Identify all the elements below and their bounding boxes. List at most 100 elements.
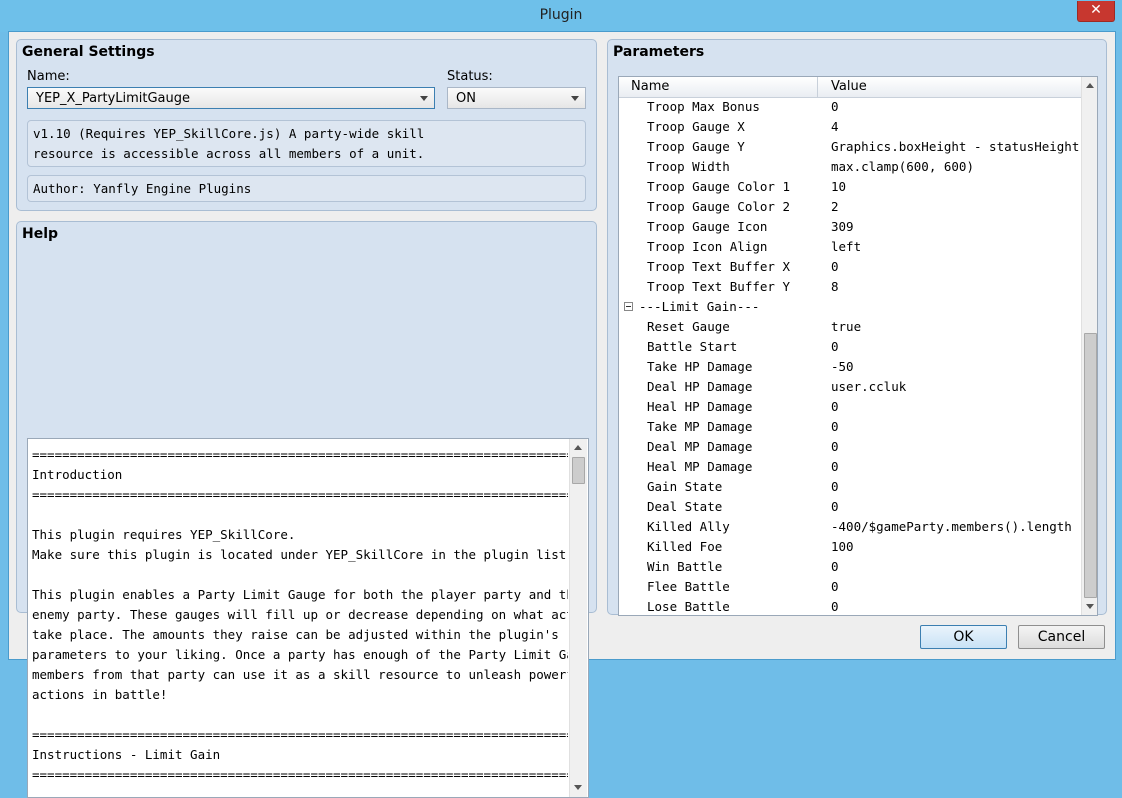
parameter-value[interactable]: 0 — [831, 257, 1081, 277]
plugin-name-select[interactable]: YEP_X_PartyLimitGauge — [27, 87, 435, 109]
table-row[interactable]: Deal MP Damage 0 — [619, 437, 1081, 457]
table-row[interactable]: Win Battle 0 — [619, 557, 1081, 577]
parameters-title: Parameters — [613, 44, 705, 60]
parameter-name: Troop Gauge X — [647, 119, 745, 134]
help-title: Help — [22, 226, 59, 242]
help-line: ========================================… — [32, 487, 568, 502]
table-row[interactable]: Troop Gauge Icon 309 — [619, 217, 1081, 237]
help-scrollbar[interactable] — [569, 439, 587, 797]
table-row[interactable]: Troop Gauge Color 1 10 — [619, 177, 1081, 197]
table-row[interactable]: Deal HP Damage user.ccluk — [619, 377, 1081, 397]
help-line: Introduction — [32, 467, 123, 482]
scroll-down-icon[interactable] — [1082, 598, 1097, 615]
help-line: ========================================… — [32, 447, 568, 462]
parameter-name: Battle Start — [647, 339, 738, 354]
parameter-name: Troop Gauge Color 2 — [647, 199, 790, 214]
table-row[interactable]: Troop Gauge Y Graphics.boxHeight - status… — [619, 137, 1081, 157]
table-row[interactable]: Lose Battle 0 — [619, 597, 1081, 615]
plugin-description: v1.10 (Requires YEP_SkillCore.js) A part… — [27, 120, 586, 167]
parameter-value[interactable]: 0 — [831, 557, 1081, 577]
column-header-value[interactable]: Value — [831, 79, 867, 94]
table-row[interactable]: Battle Start 0 — [619, 337, 1081, 357]
help-line: enemy party. These gauges will fill up o… — [32, 607, 568, 622]
parameter-value[interactable]: true — [831, 317, 1081, 337]
table-row[interactable]: Take MP Damage 0 — [619, 417, 1081, 437]
help-text-area[interactable]: ========================================… — [27, 438, 589, 798]
table-row[interactable]: Troop Width max.clamp(600, 600) — [619, 157, 1081, 177]
parameter-value[interactable]: 0 — [831, 97, 1081, 117]
parameters-scroll-thumb[interactable] — [1084, 333, 1097, 598]
table-row[interactable]: Gain State 0 — [619, 477, 1081, 497]
table-row[interactable]: Heal MP Damage 0 — [619, 457, 1081, 477]
table-row[interactable]: Troop Gauge Color 2 2 — [619, 197, 1081, 217]
parameter-name: Reset Gauge — [647, 319, 730, 334]
parameter-value[interactable]: 0 — [831, 477, 1081, 497]
help-line: Instructions - Limit Gain — [32, 747, 221, 762]
parameter-value[interactable]: 8 — [831, 277, 1081, 297]
parameter-value[interactable]: 0 — [831, 577, 1081, 597]
parameter-name: Heal HP Damage — [647, 399, 753, 414]
window-title: Plugin — [539, 7, 583, 23]
column-divider[interactable] — [817, 77, 818, 97]
parameter-value[interactable]: 0 — [831, 417, 1081, 437]
table-row[interactable]: Killed Foe 100 — [619, 537, 1081, 557]
cancel-button[interactable]: Cancel — [1018, 625, 1105, 649]
parameter-value[interactable]: 100 — [831, 537, 1081, 557]
plugin-name-value: YEP_X_PartyLimitGauge — [36, 91, 191, 106]
parameter-value[interactable]: 0 — [831, 437, 1081, 457]
parameter-value[interactable]: max.clamp(600, 600) — [831, 157, 1081, 177]
parameter-value[interactable]: left — [831, 237, 1081, 257]
parameter-value[interactable]: 4 — [831, 117, 1081, 137]
parameter-name: Troop Text Buffer X — [647, 259, 790, 274]
parameter-value[interactable]: 2 — [831, 197, 1081, 217]
parameter-value[interactable]: Graphics.boxHeight - statusHeight … — [831, 137, 1081, 157]
table-row[interactable]: Troop Gauge X 4 — [619, 117, 1081, 137]
parameters-table[interactable]: Name Value Troop Max Bonus 0 Troop Gauge X… — [618, 76, 1098, 616]
close-button[interactable]: ✕ — [1077, 1, 1115, 22]
help-scroll-thumb[interactable] — [572, 457, 585, 484]
parameter-value[interactable]: 0 — [831, 457, 1081, 477]
parameters-scrollbar[interactable] — [1081, 77, 1097, 615]
table-row[interactable]: Troop Max Bonus 0 — [619, 97, 1081, 117]
parameter-name: Deal MP Damage — [647, 439, 753, 454]
title-bar[interactable]: Plugin ✕ — [0, 0, 1122, 32]
table-row[interactable]: Heal HP Damage 0 — [619, 397, 1081, 417]
status-select[interactable]: ON — [447, 87, 586, 109]
scroll-up-icon[interactable] — [1082, 77, 1097, 94]
scroll-down-icon[interactable] — [570, 779, 587, 796]
parameter-name: Flee Battle — [647, 579, 730, 594]
table-row[interactable]: Take HP Damage -50 — [619, 357, 1081, 377]
parameter-value[interactable]: 0 — [831, 397, 1081, 417]
parameter-group-row[interactable]: ---Limit Gain--- — [619, 297, 1081, 317]
table-row[interactable]: Troop Text Buffer X 0 — [619, 257, 1081, 277]
general-settings-title: General Settings — [22, 44, 155, 60]
table-row[interactable]: Deal State 0 — [619, 497, 1081, 517]
table-row[interactable]: Killed Ally -400/$gameParty.members().len… — [619, 517, 1081, 537]
parameter-value[interactable]: -400/$gameParty.members().length — [831, 517, 1081, 537]
help-text: ========================================… — [32, 445, 568, 785]
parameter-value[interactable]: 10 — [831, 177, 1081, 197]
table-row[interactable]: Troop Text Buffer Y 8 — [619, 277, 1081, 297]
scroll-up-icon[interactable] — [570, 439, 587, 456]
table-row[interactable]: Flee Battle 0 — [619, 577, 1081, 597]
plugin-author: Author: Yanfly Engine Plugins — [27, 175, 586, 202]
help-line: This plugin enables a Party Limit Gauge … — [32, 587, 568, 602]
parameter-name: Troop Text Buffer Y — [647, 279, 790, 294]
parameter-value[interactable]: -50 — [831, 357, 1081, 377]
table-row[interactable]: Troop Icon Align left — [619, 237, 1081, 257]
parameter-value[interactable]: 0 — [831, 337, 1081, 357]
column-header-name[interactable]: Name — [631, 79, 669, 94]
parameter-value[interactable]: 309 — [831, 217, 1081, 237]
table-header: Name Value — [619, 77, 1081, 98]
dialog-body: General Settings Name: YEP_X_PartyLimitG… — [8, 31, 1116, 798]
parameter-value[interactable]: 0 — [831, 497, 1081, 517]
ok-button[interactable]: OK — [920, 625, 1007, 649]
collapse-icon[interactable] — [624, 302, 633, 311]
parameter-name: Deal HP Damage — [647, 379, 753, 394]
parameter-name: Troop Gauge Y — [647, 139, 745, 154]
help-line: ========================================… — [32, 727, 568, 742]
parameter-value[interactable]: user.ccluk — [831, 377, 1081, 397]
parameter-value[interactable]: 0 — [831, 597, 1081, 615]
table-row[interactable]: Reset Gauge true — [619, 317, 1081, 337]
chevron-down-icon — [420, 96, 428, 101]
